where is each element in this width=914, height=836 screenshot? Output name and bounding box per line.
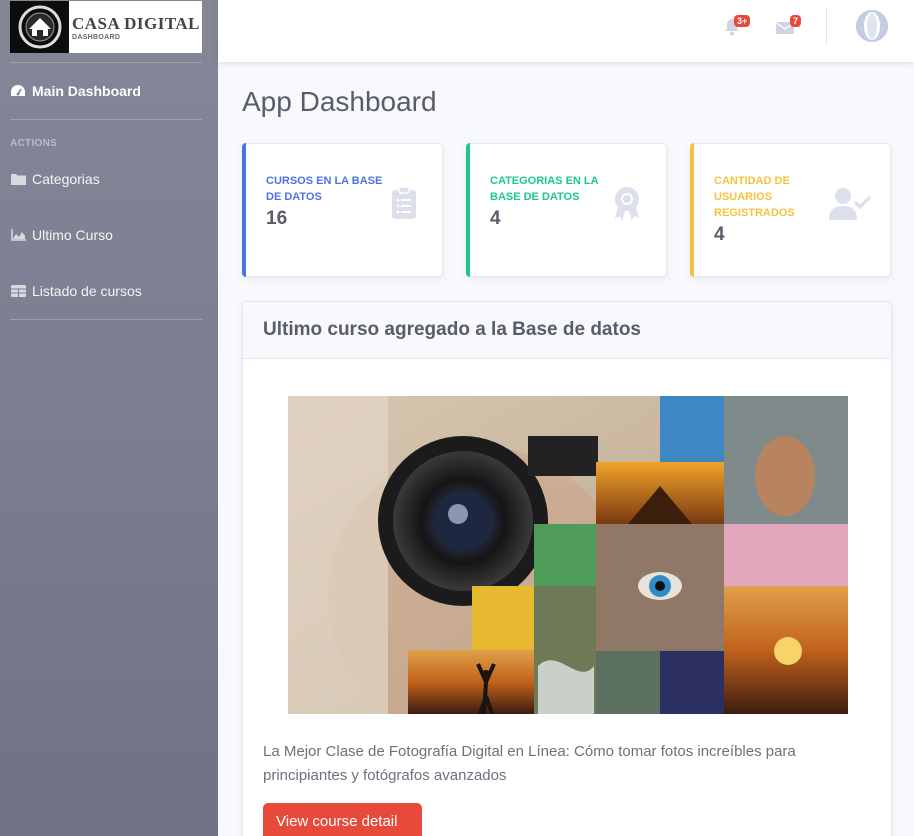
- table-icon: [10, 283, 26, 299]
- alerts-badge: 3+: [734, 15, 751, 27]
- brand-title: CASA DIGITAL: [72, 14, 201, 33]
- sidebar-item-label: Main Dashboard: [32, 83, 141, 99]
- sidebar-divider: [10, 62, 202, 63]
- sidebar-item-label: Listado de cursos: [32, 283, 142, 299]
- messages-badge: 7: [790, 15, 802, 27]
- sidebar-item-categorias[interactable]: Categorias: [10, 171, 100, 187]
- clipboard-list-icon: [386, 186, 422, 224]
- stat-label: CANTIDAD DE USUARIOS REGISTRADOS: [714, 175, 795, 219]
- avatar[interactable]: [856, 10, 888, 42]
- tachometer-icon: [10, 83, 26, 99]
- folder-icon: [10, 171, 26, 187]
- award-icon: [610, 186, 646, 224]
- alerts-button[interactable]: 3+: [724, 15, 751, 40]
- stat-card-cursos: CURSOS EN LA BASE DE DATOS 16: [242, 143, 443, 277]
- chart-area-icon: [10, 227, 26, 243]
- sidebar-item-label: Ultimo Curso: [32, 227, 113, 243]
- view-course-detail-button[interactable]: View course detail: [263, 803, 422, 836]
- course-image: [288, 396, 848, 714]
- sidebar-divider: [10, 119, 202, 120]
- sidebar-item-main-dashboard[interactable]: Main Dashboard: [10, 83, 141, 99]
- course-description: La Mejor Clase de Fotografía Digital en …: [263, 743, 796, 784]
- sidebar-item-label: Categorias: [32, 171, 100, 187]
- stat-label: CURSOS EN LA BASE DE DATOS: [266, 175, 383, 203]
- home-logo-icon: [10, 1, 69, 53]
- stat-card-usuarios: CANTIDAD DE USUARIOS REGISTRADOS 4: [690, 143, 891, 277]
- stat-value: 4: [490, 208, 501, 229]
- user-check-icon: [828, 186, 872, 224]
- sidebar-heading: ACTIONS: [10, 138, 58, 149]
- sidebar: CASA DIGITAL DASHBOARD Main Dashboard AC…: [0, 0, 218, 836]
- topbar-divider: [826, 8, 827, 46]
- page-title: App Dashboard: [242, 86, 437, 117]
- card-accent-bar: [690, 143, 694, 277]
- stat-card-categorias: CATEGORIAS EN LA BASE DE DATOS 4: [466, 143, 667, 277]
- stat-value: 16: [266, 208, 288, 229]
- messages-button[interactable]: 7: [776, 15, 802, 40]
- stat-value: 4: [714, 224, 725, 245]
- topbar: 3+ 7: [218, 0, 914, 62]
- stat-label: CATEGORIAS EN LA BASE DE DATOS: [490, 175, 599, 203]
- sidebar-item-listado-de-cursos[interactable]: Listado de cursos: [10, 283, 142, 299]
- latest-course-card: Ultimo curso agregado a la Base de datos: [242, 301, 892, 836]
- sidebar-divider: [10, 319, 202, 320]
- brand-logo[interactable]: CASA DIGITAL DASHBOARD: [10, 1, 202, 53]
- brand-subtitle: DASHBOARD: [72, 34, 121, 41]
- card-accent-bar: [242, 143, 246, 277]
- latest-course-heading: Ultimo curso agregado a la Base de datos: [243, 302, 891, 359]
- card-accent-bar: [466, 143, 470, 277]
- sidebar-item-ultimo-curso[interactable]: Ultimo Curso: [10, 227, 113, 243]
